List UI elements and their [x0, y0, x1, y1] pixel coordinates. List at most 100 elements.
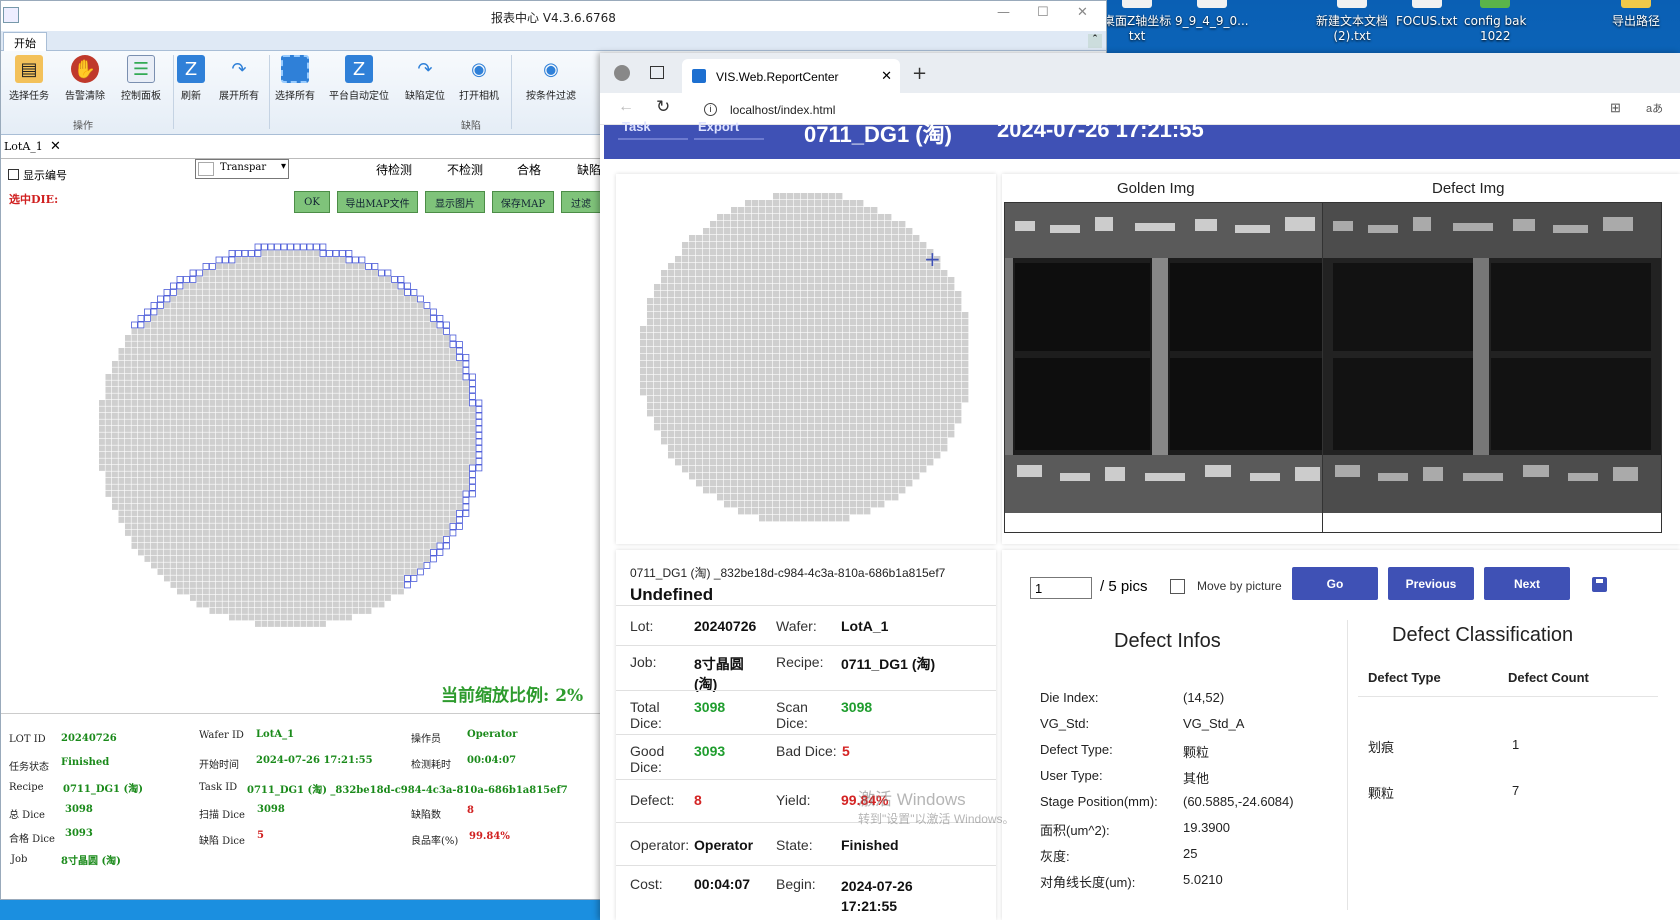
die[interactable]: [346, 536, 352, 543]
die[interactable]: [850, 319, 857, 326]
die[interactable]: [177, 439, 183, 445]
die[interactable]: [773, 354, 780, 361]
die[interactable]: [118, 361, 125, 367]
die[interactable]: [913, 431, 920, 438]
die[interactable]: [203, 380, 209, 387]
die[interactable]: [829, 438, 836, 445]
die[interactable]: [372, 595, 378, 601]
die[interactable]: [372, 432, 378, 439]
die[interactable]: [417, 432, 424, 439]
die[interactable]: [759, 459, 766, 466]
die[interactable]: [843, 277, 850, 284]
defect-die[interactable]: [352, 256, 359, 264]
die[interactable]: [857, 508, 864, 515]
die[interactable]: [801, 228, 808, 235]
die[interactable]: [717, 347, 724, 354]
die[interactable]: [424, 322, 430, 328]
defect-die[interactable]: [462, 510, 470, 517]
die[interactable]: [920, 298, 927, 305]
die[interactable]: [710, 270, 717, 277]
defect-die[interactable]: [163, 289, 171, 296]
die[interactable]: [724, 312, 731, 319]
die[interactable]: [398, 504, 404, 510]
die[interactable]: [203, 452, 209, 458]
die[interactable]: [850, 417, 857, 424]
die[interactable]: [689, 382, 696, 389]
die[interactable]: [242, 445, 248, 452]
die[interactable]: [815, 207, 822, 214]
die[interactable]: [752, 263, 759, 270]
die[interactable]: [209, 588, 216, 595]
die[interactable]: [365, 426, 372, 432]
die[interactable]: [222, 608, 229, 614]
die[interactable]: [222, 348, 229, 354]
die[interactable]: [417, 374, 424, 380]
die[interactable]: [738, 347, 745, 354]
die[interactable]: [300, 276, 307, 283]
die[interactable]: [927, 305, 934, 312]
die[interactable]: [196, 432, 203, 439]
die[interactable]: [780, 305, 787, 312]
die[interactable]: [913, 319, 920, 326]
die[interactable]: [773, 319, 780, 326]
die[interactable]: [822, 494, 829, 501]
die[interactable]: [745, 382, 752, 389]
die[interactable]: [268, 452, 274, 458]
die[interactable]: [759, 431, 766, 438]
die[interactable]: [906, 228, 913, 235]
die[interactable]: [696, 396, 703, 403]
die[interactable]: [404, 393, 411, 400]
die[interactable]: [372, 556, 378, 562]
die[interactable]: [294, 302, 300, 309]
die[interactable]: [913, 452, 920, 459]
die[interactable]: [398, 400, 404, 406]
defect-die[interactable]: [436, 321, 444, 329]
open-camera-button[interactable]: ◉ 打开相机: [451, 55, 507, 103]
die[interactable]: [710, 221, 717, 228]
die[interactable]: [365, 439, 372, 445]
defect-die[interactable]: [404, 289, 411, 296]
die[interactable]: [661, 298, 668, 305]
die[interactable]: [157, 328, 164, 335]
die[interactable]: [229, 419, 235, 426]
die[interactable]: [313, 523, 320, 530]
die[interactable]: [242, 374, 248, 380]
die[interactable]: [294, 283, 300, 289]
die[interactable]: [281, 478, 287, 484]
die[interactable]: [689, 375, 696, 382]
die[interactable]: [216, 335, 222, 341]
die[interactable]: [456, 465, 463, 471]
die[interactable]: [857, 235, 864, 242]
die[interactable]: [261, 621, 268, 627]
die[interactable]: [417, 361, 424, 367]
die[interactable]: [365, 283, 372, 289]
die[interactable]: [892, 494, 899, 501]
die[interactable]: [850, 438, 857, 445]
die[interactable]: [196, 517, 203, 523]
die[interactable]: [281, 302, 287, 309]
die[interactable]: [99, 419, 105, 426]
die[interactable]: [927, 417, 934, 424]
die[interactable]: [261, 452, 268, 458]
defect-die[interactable]: [137, 321, 145, 329]
die[interactable]: [864, 235, 871, 242]
die[interactable]: [261, 400, 268, 406]
die[interactable]: [339, 543, 346, 549]
die[interactable]: [780, 207, 787, 214]
die[interactable]: [398, 361, 404, 367]
die[interactable]: [320, 484, 326, 491]
die[interactable]: [417, 465, 424, 471]
die[interactable]: [920, 361, 927, 368]
die[interactable]: [105, 387, 112, 393]
die[interactable]: [177, 413, 183, 419]
die[interactable]: [359, 296, 365, 302]
die[interactable]: [836, 214, 843, 221]
die[interactable]: [710, 375, 717, 382]
die[interactable]: [281, 504, 287, 510]
die[interactable]: [261, 348, 268, 354]
die[interactable]: [404, 556, 411, 562]
die[interactable]: [955, 375, 962, 382]
die[interactable]: [391, 517, 398, 523]
die[interactable]: [794, 270, 801, 277]
die[interactable]: [424, 504, 430, 510]
